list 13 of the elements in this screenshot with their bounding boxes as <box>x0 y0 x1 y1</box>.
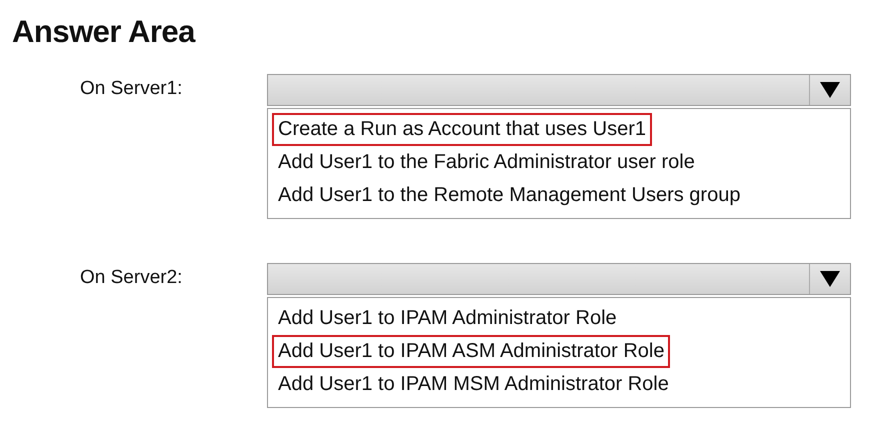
answer-area-title: Answer Area <box>12 14 196 51</box>
server-label: On Server2: <box>79 266 184 290</box>
option-item[interactable]: Add User1 to the Remote Management Users group <box>272 179 746 212</box>
caret-icon <box>819 270 841 288</box>
server-label: On Server1: <box>79 77 184 101</box>
option-item[interactable]: Create a Run as Account that uses User1 <box>272 113 652 146</box>
caret-icon <box>819 81 841 99</box>
option-item[interactable]: Add User1 to the Fabric Administrator user role <box>272 146 701 179</box>
option-item[interactable]: Add User1 to IPAM Administrator Role <box>272 302 623 335</box>
option-item[interactable]: Add User1 to IPAM ASM Administrator Role <box>272 335 670 368</box>
option-item[interactable]: Add User1 to IPAM MSM Administrator Role <box>272 368 675 401</box>
dropdown[interactable] <box>267 74 851 106</box>
dropdown[interactable] <box>267 263 851 295</box>
